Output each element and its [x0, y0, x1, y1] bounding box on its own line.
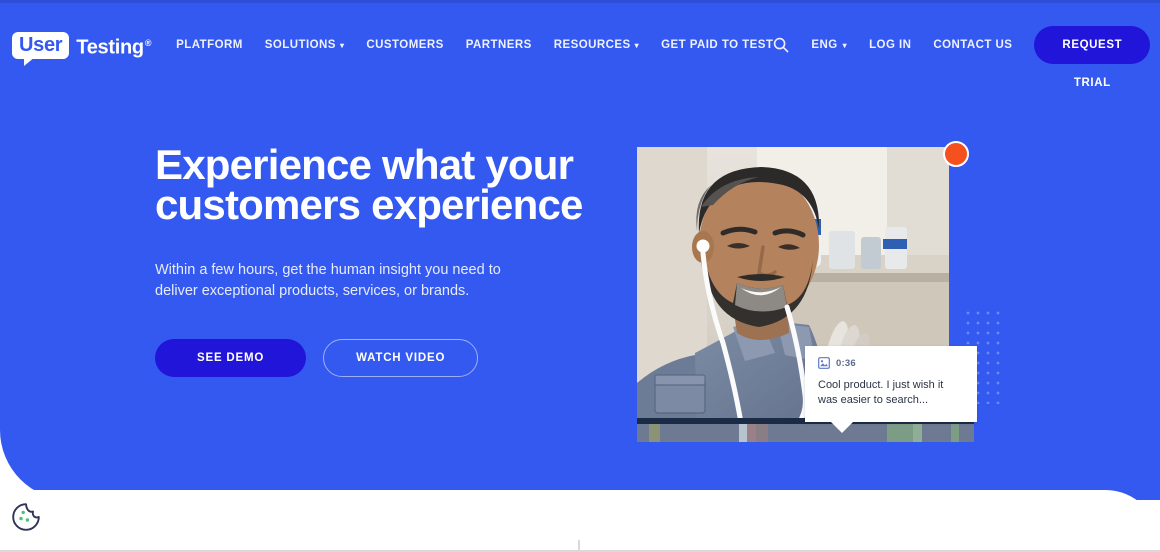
search-icon[interactable]	[773, 37, 789, 53]
language-label: ENG	[811, 39, 838, 51]
hero-copy: Experience what your customers experienc…	[155, 141, 625, 377]
nav-label: PLATFORM	[176, 39, 243, 51]
contact-us-link[interactable]: CONTACT US	[933, 39, 1012, 51]
chevron-down-icon: ▾	[339, 41, 345, 50]
timeline-segment	[648, 424, 661, 442]
nav-label: SOLUTIONS	[264, 39, 336, 51]
primary-navigation: PLATFORM SOLUTIONS ▾ CUSTOMERS PARTNERS …	[176, 39, 773, 51]
cookie-consent-icon[interactable]	[10, 501, 42, 538]
logo-bubble-icon: User	[12, 31, 70, 66]
page-bottom-band	[0, 490, 1160, 552]
logo-word: Testing®	[76, 36, 152, 59]
hero-section: User Testing® PLATFORM SOLUTIONS ▾ CUSTO…	[0, 0, 1160, 500]
timeline-segments[interactable]	[637, 424, 974, 442]
utility-navigation: ENG ▾ LOG IN CONTACT US REQUEST TRIAL	[773, 26, 1151, 89]
top-hairline	[0, 0, 1160, 3]
tooltip-comment-text: Cool product. I just wish it was easier …	[818, 379, 944, 406]
site-header: User Testing® PLATFORM SOLUTIONS ▾ CUSTO…	[0, 0, 1160, 90]
timeline-segment	[912, 424, 922, 442]
video-comment-tooltip[interactable]: 0:36 Cool product. I just wish it was ea…	[805, 346, 977, 433]
login-label: LOG IN	[869, 39, 912, 51]
page-title: Experience what your customers experienc…	[155, 141, 583, 228]
contact-label: CONTACT US	[933, 39, 1013, 51]
bottom-divider-tick	[578, 540, 580, 552]
tooltip-timestamp: 0:36	[836, 357, 856, 369]
timeline-segment	[756, 424, 768, 442]
nav-item-resources[interactable]: RESOURCES ▾	[554, 39, 639, 51]
timeline-segment	[747, 424, 757, 442]
timeline-segment	[959, 424, 974, 442]
nav-label: CUSTOMERS	[366, 39, 444, 51]
timeline-segment	[950, 424, 960, 442]
timeline-segment	[738, 424, 748, 442]
nav-label: RESOURCES	[553, 39, 631, 51]
nav-item-platform[interactable]: PLATFORM	[176, 39, 243, 51]
nav-label: PARTNERS	[465, 39, 532, 51]
nav-item-solutions[interactable]: SOLUTIONS ▾	[265, 39, 345, 51]
nav-item-get-paid-to-test[interactable]: GET PAID TO TEST	[661, 39, 773, 51]
hero-subheading: Within a few hours, get the human insigh…	[155, 262, 501, 299]
tooltip-meta: 0:36	[818, 357, 964, 369]
nav-item-customers[interactable]: CUSTOMERS	[366, 39, 443, 51]
see-demo-button[interactable]: SEE DEMO	[155, 339, 307, 377]
logo-bubble-text: User	[19, 33, 63, 56]
nav-label: GET PAID TO TEST	[661, 39, 774, 51]
timeline-segment	[921, 424, 951, 442]
language-selector[interactable]: ENG ▾	[811, 39, 847, 51]
timeline-segment	[886, 424, 913, 442]
record-dot-icon	[943, 141, 969, 167]
request-trial-button[interactable]: REQUEST TRIAL	[1034, 26, 1151, 89]
logo-trademark: ®	[144, 37, 152, 48]
nav-item-partners[interactable]: PARTNERS	[466, 39, 532, 51]
image-thumbnail-icon	[818, 357, 830, 369]
hero-cta-row: SEE DEMO WATCH VIDEO	[155, 339, 625, 377]
usertesting-logo[interactable]: User Testing®	[12, 31, 152, 66]
timeline-segment	[660, 424, 739, 442]
chevron-down-icon: ▾	[842, 41, 848, 50]
chevron-down-icon: ▾	[634, 41, 640, 50]
watch-video-button[interactable]: WATCH VIDEO	[323, 339, 479, 377]
timeline-segment	[637, 424, 649, 442]
timeline-segment	[767, 424, 887, 442]
login-link[interactable]: LOG IN	[869, 39, 911, 51]
session-video-card[interactable]: 0:36 Cool product. I just wish it was ea…	[637, 141, 977, 442]
